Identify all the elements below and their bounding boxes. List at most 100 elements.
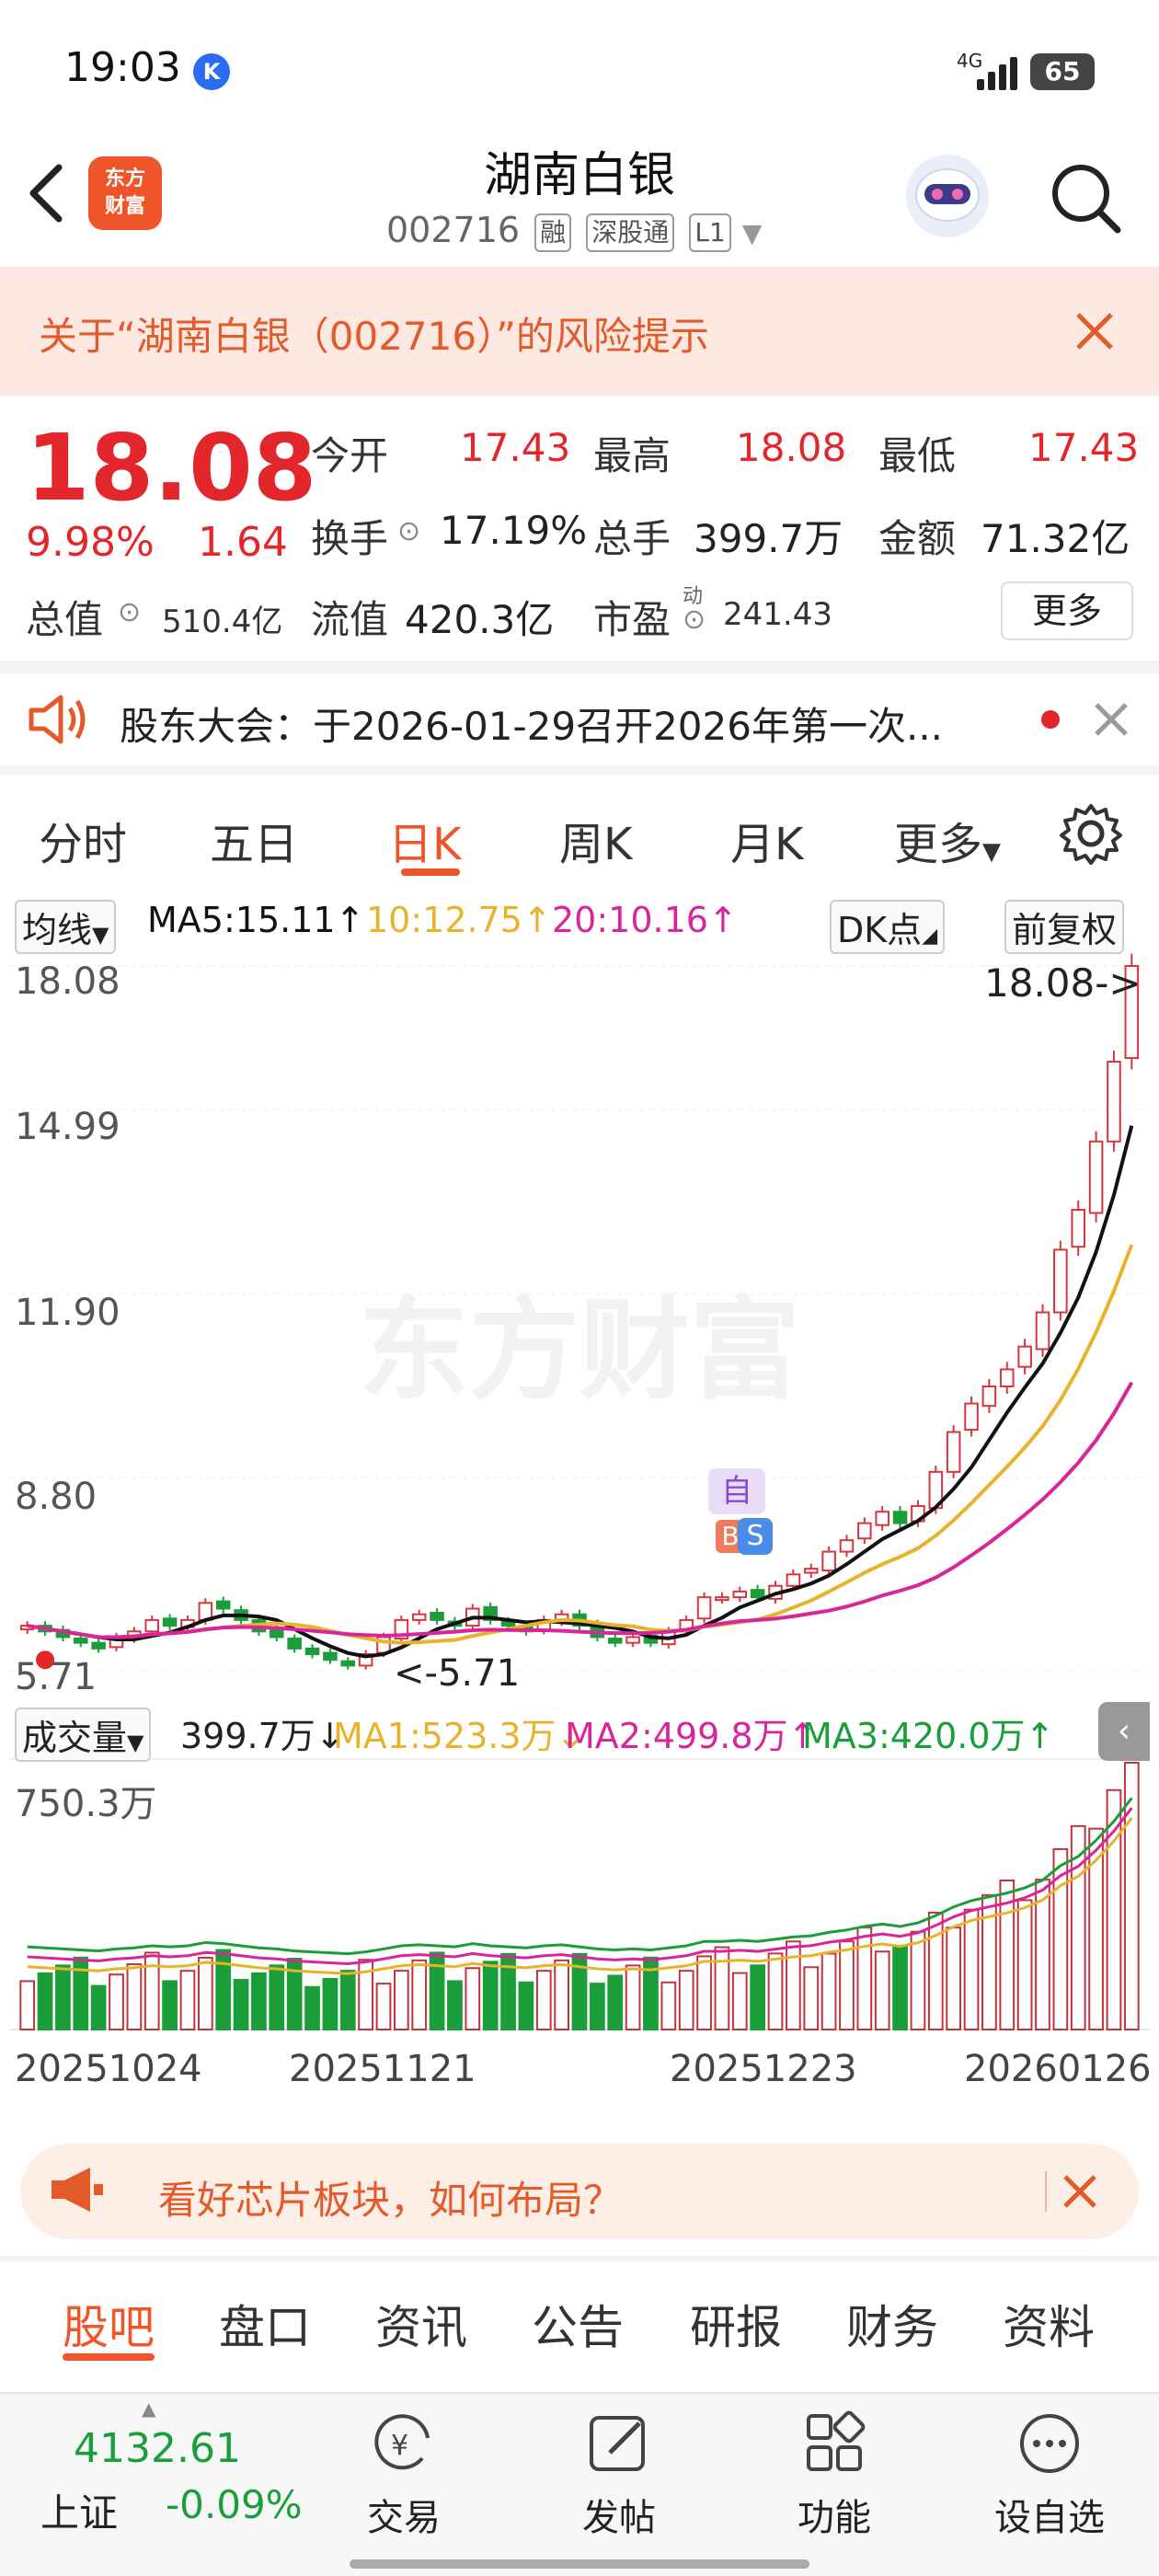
candle-body [1088,1140,1104,1214]
risk-notice-text[interactable]: 关于“湖南白银（002716）”的风险提示 [39,305,709,362]
turnover-value: 17.19% [440,508,588,553]
volume-bar [625,1964,641,2030]
volume-bar [482,1961,499,2030]
caret-down-icon: ▼ [92,922,109,948]
tab-research[interactable]: 研报 [690,2291,782,2357]
volume-bar [393,1970,409,2030]
volume-bar [820,1952,837,2030]
volume-bar [251,1972,267,2030]
corner-icon: ◢ [922,925,938,948]
svg-text:¥: ¥ [391,2430,408,2462]
search-button[interactable] [1044,156,1127,239]
price-axis-4: 8.80 [15,1476,98,1518]
tab-5day[interactable]: 五日 [210,808,298,872]
volume-bar [554,1959,569,2031]
index-value[interactable]: 4132.61 [74,2425,241,2472]
divider [0,765,1159,775]
nav-add-watchlist[interactable]: 设自选 [981,2410,1119,2541]
tab-intraday[interactable]: 分时 [39,808,127,872]
promo-text[interactable]: 看好芯片板块，如何布局？ [158,2169,622,2225]
app-badge-icon: K [193,53,230,90]
volume-selector[interactable]: 成交量▼ [15,1708,152,1762]
volume-bar [1016,1899,1033,2030]
nav-trade[interactable]: ¥ 交易 [335,2410,473,2541]
adjust-button[interactable]: 前复权 [1004,900,1125,954]
candle-body [162,1617,178,1627]
ma20-value: 20:10.16↑ [552,900,738,940]
volume-bar [37,1972,53,2030]
announcement-text[interactable]: 股东大会：于2026-01-29召开2026年第一次... [120,696,943,752]
self-trade-tag[interactable]: 自 [708,1468,765,1514]
low-value: 17.43 [1028,425,1140,470]
nav-functions[interactable]: 功能 [765,2410,903,2541]
candle-body [981,1385,997,1408]
separator [1045,2171,1047,2212]
stock-code-row[interactable]: 002716 融 深股通 L1 ▼ [386,210,762,252]
volume-bar [143,1951,160,2030]
assistant-robot-icon[interactable] [906,155,989,237]
info-icon[interactable]: ⊙ [683,604,706,636]
volume-bar [839,1940,855,2030]
last-price-marker: 18.08-> [984,960,1142,1006]
high-label: 最高 [593,433,671,478]
caret-down-icon: ▼ [741,218,763,248]
volume-bar [535,1970,552,2030]
collapse-panel-button[interactable]: ‹ [1098,1702,1150,1761]
candle-body [696,1596,712,1620]
volume-bar [786,1940,801,2030]
chart-settings-button[interactable] [1058,800,1124,870]
tab-more[interactable]: 更多▼ [894,808,1001,872]
volume-current: 399.7万↓ [180,1716,345,1756]
search-icon [1052,165,1121,234]
tab-profile[interactable]: 资料 [1003,2291,1095,2357]
info-icon[interactable]: ⊙ [397,515,420,547]
index-pct[interactable]: -0.09% [166,2482,303,2527]
ma-selector[interactable]: 均线▼ [15,900,117,954]
change-value: 1.64 [198,519,288,566]
caret-down-icon: ▼ [127,1730,144,1755]
tab-financials[interactable]: 财务 [846,2291,938,2357]
price-axis-bottom: 5.71 [15,1656,98,1698]
volume-bar [518,1981,534,2030]
megaphone-icon [48,2164,107,2219]
promo-close-button[interactable] [1058,2169,1102,2217]
volume-bar [714,1946,730,2030]
candle-body [1017,1345,1032,1368]
tab-monthly-k[interactable]: 月K [730,808,803,872]
tab-news[interactable]: 资讯 [375,2291,467,2357]
nav-post[interactable]: 发帖 [550,2410,688,2541]
tab-daily-k[interactable]: 日K [388,808,461,872]
index-name[interactable]: 上证 [40,2482,118,2538]
float-value: 420.3亿 [405,597,555,642]
tab-weekly-k[interactable]: 周K [559,808,632,872]
kline-chart[interactable]: 东方财富 [9,953,1150,2122]
float-label: 流值 [311,597,389,642]
close-icon [1095,703,1128,736]
more-quote-button[interactable]: 更多 [1001,581,1133,640]
tab-announcements[interactable]: 公告 [532,2291,624,2357]
change-pct: 9.98% [26,519,155,566]
sell-tag[interactable]: S [738,1518,773,1555]
candle-body [340,1660,356,1667]
candle-body [715,1596,729,1602]
divider [0,2256,1159,2261]
ma5-value: MA5:15.11↑ [147,900,365,940]
price-axis-top: 18.08 [15,960,120,1003]
info-icon[interactable]: ⊙ [118,596,141,628]
gear-icon [1060,804,1122,865]
low-label: 最低 [878,433,957,478]
tab-forum[interactable]: 股吧 [63,2291,155,2357]
volume-bar [678,1970,694,2030]
volume-bar [750,1964,766,2030]
candle-body [857,1522,872,1540]
volume-bar [874,1950,890,2030]
announcement-close-button[interactable] [1089,697,1133,745]
caret-down-icon: ▼ [982,838,1002,866]
volume-bar [126,1963,143,2030]
dk-button[interactable]: DK点◢ [830,900,946,954]
low-price-marker: <-5.71 [394,1652,521,1695]
risk-close-button[interactable] [1067,304,1122,359]
last-price: 18.08 [26,414,317,522]
date-label-3: 20251223 [670,2048,857,2090]
tab-orderbook[interactable]: 盘口 [219,2291,311,2357]
